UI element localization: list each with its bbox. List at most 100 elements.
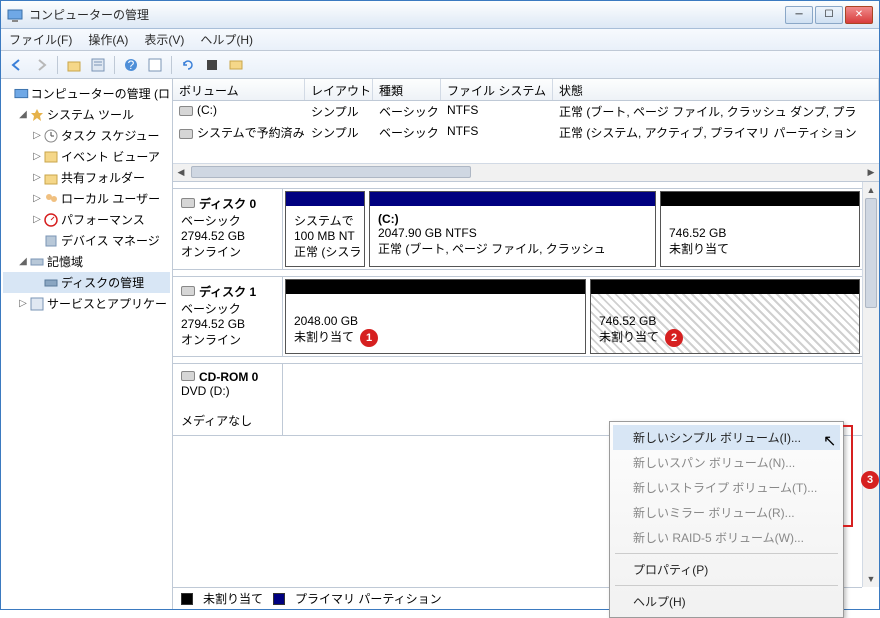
tree-system-tools[interactable]: ◢システム ツール (3, 104, 170, 125)
maximize-button[interactable]: ☐ (815, 6, 843, 24)
partition[interactable]: 746.52 GB未割り当て (660, 191, 860, 267)
tree-device-manager[interactable]: デバイス マネージ (3, 230, 170, 251)
menubar: ファイル(F) 操作(A) 表示(V) ヘルプ(H) (1, 29, 879, 51)
tree-shared-folders[interactable]: ▷共有フォルダー (3, 167, 170, 188)
part-size: 100 MB NT (294, 229, 356, 243)
cdrom-icon (181, 371, 195, 381)
part-size: 2047.90 GB NTFS (378, 226, 647, 240)
volume-icon (179, 106, 193, 116)
tool-icon-1[interactable] (145, 55, 165, 75)
part-status: 正常 (ブート, ページ ファイル, クラッシュ (378, 240, 647, 257)
legend-swatch-unallocated (181, 593, 193, 605)
disk-vscroll[interactable]: ▲ ▼ (862, 182, 879, 587)
disk-info[interactable]: ディスク 1 ベーシック 2794.52 GB オンライン (173, 277, 283, 356)
back-button[interactable] (7, 55, 27, 75)
menu-properties[interactable]: プロパティ(P) (613, 557, 840, 582)
menu-new-spanned-volume[interactable]: 新しいスパン ボリューム(N)... (613, 450, 840, 475)
part-label: (C:) (378, 212, 399, 226)
menu-view[interactable]: 表示(V) (144, 31, 184, 48)
menu-new-mirror-volume[interactable]: 新しいミラー ボリューム(R)... (613, 500, 840, 525)
col-volume[interactable]: ボリューム (173, 79, 305, 100)
legend-label: 未割り当て (203, 590, 263, 607)
part-status: 正常 (シスラ (294, 243, 356, 260)
titlebar: コンピューターの管理 ─ ☐ ✕ (1, 1, 879, 29)
up-icon[interactable] (64, 55, 84, 75)
tree-label: システム ツール (47, 106, 134, 123)
col-type[interactable]: 種類 (373, 79, 441, 100)
menu-new-striped-volume[interactable]: 新しいストライプ ボリューム(T)... (613, 475, 840, 500)
properties-icon[interactable] (88, 55, 108, 75)
tree-label: 共有フォルダー (61, 169, 145, 186)
col-status[interactable]: 状態 (553, 79, 879, 100)
tree-services-apps[interactable]: ▷サービスとアプリケー (3, 293, 170, 314)
disk-type: ベーシック (181, 300, 274, 317)
menu-file[interactable]: ファイル(F) (9, 31, 72, 48)
menu-action[interactable]: 操作(A) (88, 31, 128, 48)
menu-new-simple-volume[interactable]: 新しいシンプル ボリューム(I)... (613, 425, 840, 450)
nav-tree: コンピューターの管理 (ロ ◢システム ツール ▷タスク スケジュー ▷イベント… (1, 79, 173, 609)
help-icon[interactable]: ? (121, 55, 141, 75)
disk-status: オンライン (181, 331, 274, 348)
menu-help[interactable]: ヘルプ(H) (200, 31, 253, 48)
tree-task-scheduler[interactable]: ▷タスク スケジュー (3, 125, 170, 146)
disk-info[interactable]: ディスク 0 ベーシック 2794.52 GB オンライン (173, 189, 283, 269)
cell: 正常 (ブート, ページ ファイル, クラッシュ ダンプ, プラ (553, 103, 879, 120)
disk-type: DVD (D:) (181, 384, 274, 398)
disk-type: ベーシック (181, 212, 274, 229)
tree-storage[interactable]: ◢記憶域 (3, 251, 170, 272)
menu-new-raid5-volume[interactable]: 新しい RAID-5 ボリューム(W)... (613, 525, 840, 550)
part-size: 746.52 GB (669, 226, 851, 240)
disk-icon (181, 198, 195, 208)
part-status: 未割り当て (669, 240, 851, 257)
part-status: 未割り当て (294, 330, 354, 344)
cell: (C:) (197, 103, 217, 117)
tree-label: サービスとアプリケー (47, 295, 167, 312)
tree-event-viewer[interactable]: ▷イベント ビューア (3, 146, 170, 167)
cell: ベーシック (373, 103, 441, 120)
tree-label: デバイス マネージ (61, 232, 160, 249)
disk-info[interactable]: CD-ROM 0 DVD (D:) メディアなし (173, 364, 283, 435)
list-hscroll[interactable]: ◀▶ (173, 163, 879, 181)
legend-label: プライマリ パーティション (295, 590, 442, 607)
cursor-icon: ↖ (823, 431, 836, 451)
disk-name: ディスク 0 (199, 197, 256, 211)
tool-icon-3[interactable] (226, 55, 246, 75)
col-filesystem[interactable]: ファイル システム (441, 79, 553, 100)
cell: システムで予約済み (197, 126, 305, 140)
tree-performance[interactable]: ▷パフォーマンス (3, 209, 170, 230)
tree-local-users[interactable]: ▷ローカル ユーザー (3, 188, 170, 209)
tree-label: ローカル ユーザー (61, 190, 160, 207)
tree-disk-management[interactable]: ディスクの管理 (3, 272, 170, 293)
forward-button[interactable] (31, 55, 51, 75)
partition[interactable]: 2048.00 GB未割り当て1 (285, 279, 586, 354)
cell: 正常 (システム, アクティブ, プライマリ パーティション (553, 124, 879, 141)
partition[interactable]: (C:)2047.90 GB NTFS正常 (ブート, ページ ファイル, クラ… (369, 191, 656, 267)
refresh-icon[interactable] (178, 55, 198, 75)
computer-management-icon (7, 7, 23, 23)
tree-root[interactable]: コンピューターの管理 (ロ (3, 83, 170, 104)
annotation-3: 3 (861, 471, 879, 489)
partition-selected[interactable]: 746.52 GB未割り当て2 (590, 279, 860, 354)
disk-size: 2794.52 GB (181, 229, 274, 243)
list-header: ボリューム レイアウト 種類 ファイル システム 状態 (173, 79, 879, 101)
svg-text:?: ? (128, 58, 135, 72)
col-layout[interactable]: レイアウト (305, 79, 373, 100)
part-size: 2048.00 GB (294, 314, 358, 328)
part-label: システムで (294, 212, 356, 229)
tree-label: パフォーマンス (61, 211, 145, 228)
tree-label: コンピューターの管理 (ロ (31, 85, 170, 102)
disk-status: オンライン (181, 243, 274, 260)
legend-swatch-primary (273, 593, 285, 605)
partition[interactable]: システムで100 MB NT正常 (シスラ (285, 191, 365, 267)
menu-help[interactable]: ヘルプ(H) (613, 589, 840, 614)
disk-icon (181, 286, 195, 296)
disk-status: メディアなし (181, 412, 274, 429)
part-status: 未割り当て (599, 330, 659, 344)
list-row[interactable]: システムで予約済み シンプル ベーシック NTFS 正常 (システム, アクティ… (173, 122, 879, 143)
list-row[interactable]: (C:) シンプル ベーシック NTFS 正常 (ブート, ページ ファイル, … (173, 101, 879, 122)
disk-row-1: ディスク 1 ベーシック 2794.52 GB オンライン 2048.00 GB… (173, 276, 862, 357)
minimize-button[interactable]: ─ (785, 6, 813, 24)
tool-icon-2[interactable] (202, 55, 222, 75)
disk-row-0: ディスク 0 ベーシック 2794.52 GB オンライン システムで100 M… (173, 188, 862, 270)
close-button[interactable]: ✕ (845, 6, 873, 24)
